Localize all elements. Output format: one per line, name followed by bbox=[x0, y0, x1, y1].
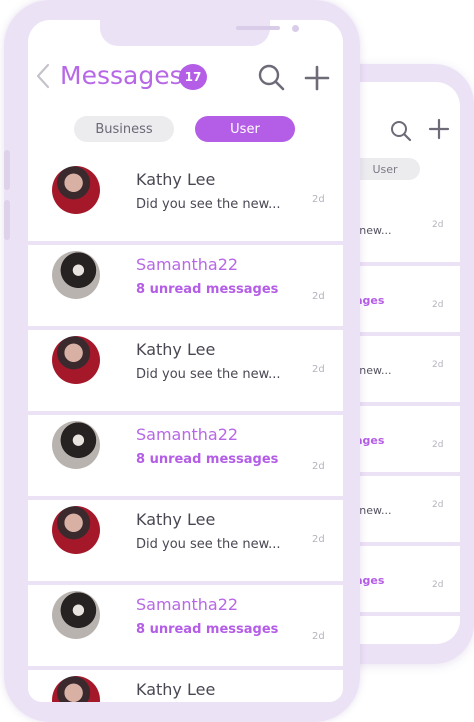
page-title: Messages bbox=[60, 61, 183, 90]
list-item[interactable]: Kathy Lee Did you see the new... 2d bbox=[28, 330, 343, 415]
message-time: 2d bbox=[312, 291, 325, 302]
list-item[interactable]: Kathy Lee bbox=[28, 670, 343, 702]
message-snippet: 8 unread messages bbox=[136, 282, 279, 297]
message-time: 2d bbox=[432, 300, 444, 310]
avatar bbox=[52, 251, 100, 299]
unread-count-badge: 17 bbox=[179, 64, 207, 90]
conversation-list: Kathy Lee Did you see the new... 2d Sama… bbox=[28, 160, 343, 702]
phone-frame: Messages 17 Business User Kathy Lee Did … bbox=[4, 0, 360, 722]
message-snippet: Did you see the new... bbox=[136, 537, 281, 552]
contact-name: Samantha22 bbox=[136, 595, 239, 614]
message-snippet: 8 unread messages bbox=[136, 452, 279, 467]
list-item[interactable]: Samantha22 8 unread messages 2d bbox=[28, 585, 343, 670]
message-snippet: Did you see the new... bbox=[136, 367, 281, 382]
contact-name: Samantha22 bbox=[136, 425, 239, 444]
plus-icon[interactable] bbox=[304, 65, 330, 95]
plus-icon[interactable] bbox=[428, 118, 450, 144]
message-time: 2d bbox=[432, 360, 444, 370]
list-item[interactable]: Samantha22 8 unread messages 2d bbox=[28, 415, 343, 500]
avatar bbox=[52, 506, 100, 554]
contact-name: Kathy Lee bbox=[136, 510, 216, 529]
avatar bbox=[52, 676, 100, 702]
list-item[interactable]: Kathy Lee Did you see the new... 2d bbox=[28, 160, 343, 245]
search-icon[interactable] bbox=[390, 120, 412, 146]
contact-name: Kathy Lee bbox=[136, 170, 216, 189]
tab-user[interactable]: User bbox=[195, 116, 295, 142]
avatar bbox=[52, 421, 100, 469]
message-time: 2d bbox=[432, 220, 444, 230]
message-time: 2d bbox=[432, 440, 444, 450]
message-time: 2d bbox=[312, 364, 325, 375]
avatar bbox=[52, 591, 100, 639]
tab-bar: Business User bbox=[74, 116, 296, 144]
volume-up-button bbox=[4, 150, 10, 190]
message-time: 2d bbox=[312, 194, 325, 205]
message-time: 2d bbox=[312, 534, 325, 545]
search-icon[interactable] bbox=[257, 63, 285, 95]
message-snippet: 8 unread messages bbox=[136, 622, 279, 637]
message-time: 2d bbox=[312, 631, 325, 642]
list-item[interactable]: Samantha22 8 unread messages 2d bbox=[28, 245, 343, 330]
message-time: 2d bbox=[432, 500, 444, 510]
message-time: 2d bbox=[432, 580, 444, 590]
contact-name: Samantha22 bbox=[136, 255, 239, 274]
phone-notch bbox=[100, 20, 299, 46]
volume-down-button bbox=[4, 200, 10, 240]
camera-dot bbox=[292, 25, 299, 32]
message-snippet: Did you see the new... bbox=[136, 197, 281, 212]
avatar bbox=[52, 166, 100, 214]
contact-name: Kathy Lee bbox=[136, 680, 216, 699]
speaker-grille bbox=[236, 26, 280, 30]
tab-business[interactable]: Business bbox=[74, 116, 174, 142]
avatar bbox=[52, 336, 100, 384]
chevron-left-icon[interactable] bbox=[36, 63, 50, 93]
phone-screen: Messages 17 Business User Kathy Lee Did … bbox=[28, 20, 343, 702]
header: Messages 17 bbox=[28, 60, 343, 106]
message-time: 2d bbox=[312, 461, 325, 472]
list-item[interactable]: Kathy Lee Did you see the new... 2d bbox=[28, 500, 343, 585]
contact-name: Kathy Lee bbox=[136, 340, 216, 359]
secondary-tab-user[interactable]: User bbox=[350, 158, 420, 180]
